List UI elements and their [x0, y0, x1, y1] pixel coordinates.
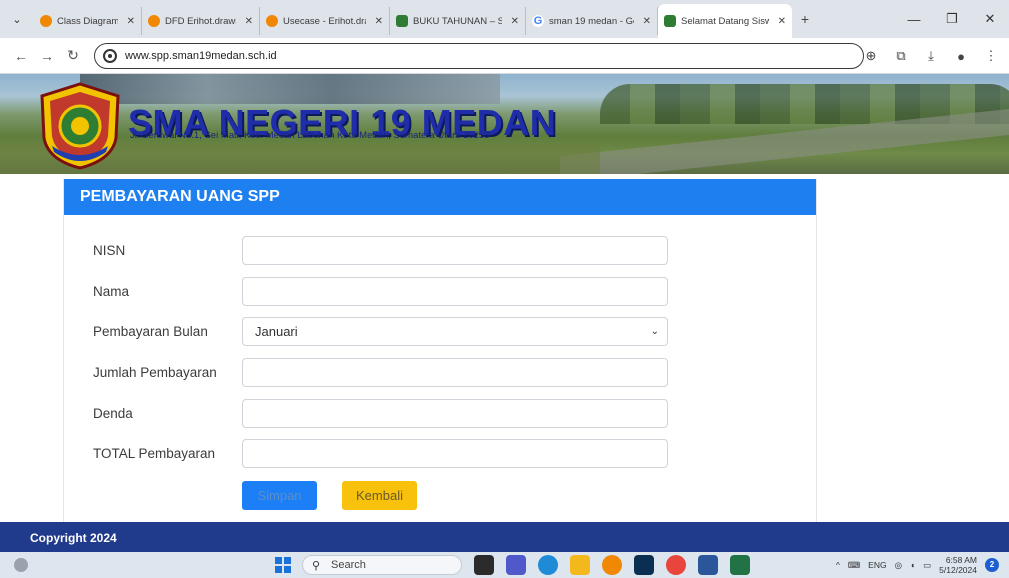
- back-arrow-icon[interactable]: ←: [8, 48, 34, 64]
- close-icon[interactable]: ✕: [375, 16, 383, 27]
- file-explorer-icon[interactable]: [570, 555, 590, 575]
- edge-icon[interactable]: [538, 555, 558, 575]
- close-icon[interactable]: ✕: [127, 16, 135, 27]
- toolbar-actions: ⊕ ⧉ ⤓ ● ⋮: [857, 38, 1005, 74]
- bulan-row: Pembayaran Bulan Januari ⌄: [64, 317, 818, 347]
- menu-dots-icon[interactable]: ⋮: [977, 48, 1005, 64]
- chevron-down-icon: ⌄: [650, 326, 659, 337]
- translate-icon[interactable]: ⊕: [857, 48, 885, 64]
- page-footer: Copyright 2024: [0, 522, 1009, 552]
- window-controls: — ❐ ✕: [895, 0, 1009, 38]
- tab-google-search[interactable]: G sman 19 medan - Go ✕: [526, 7, 658, 35]
- excel-icon[interactable]: [730, 555, 750, 575]
- bulan-label: Pembayaran Bulan: [93, 324, 208, 339]
- notification-badge[interactable]: 2: [985, 558, 999, 572]
- volume-icon[interactable]: ◖: [910, 560, 915, 570]
- banner-building: [80, 74, 500, 104]
- wifi-icon[interactable]: ◎: [895, 560, 902, 571]
- keyboard-icon[interactable]: ⌨: [848, 560, 860, 571]
- bulan-select[interactable]: Januari ⌄: [242, 317, 668, 346]
- denda-label: Denda: [93, 406, 133, 421]
- school-logo: [40, 82, 120, 170]
- tab-selamat-datang[interactable]: Selamat Datang Sisw ✕: [658, 4, 792, 38]
- site-icon: [396, 15, 408, 27]
- drawio-icon: [148, 15, 160, 27]
- tab-buku-tahunan[interactable]: BUKU TAHUNAN – SI ✕: [390, 7, 526, 35]
- tab-dfd[interactable]: DFD Erihot.drawio - d ✕: [142, 7, 260, 35]
- total-input[interactable]: [242, 439, 668, 468]
- profile-icon[interactable]: ●: [947, 49, 975, 64]
- forward-arrow-icon[interactable]: →: [34, 48, 60, 64]
- total-label: TOTAL Pembayaran: [93, 446, 216, 461]
- close-icon[interactable]: ✕: [643, 16, 651, 27]
- download-icon[interactable]: ⤓: [917, 48, 945, 64]
- taskbar-search[interactable]: ⚲ Search: [302, 555, 462, 575]
- nama-row: Nama: [64, 277, 818, 307]
- weather-icon[interactable]: [14, 558, 28, 572]
- chrome-icon[interactable]: [666, 555, 686, 575]
- task-view-icon[interactable]: [474, 555, 494, 575]
- button-row: Simpan Kembali: [64, 481, 818, 511]
- site-icon: [664, 15, 676, 27]
- windows-start-icon[interactable]: [275, 557, 291, 573]
- new-tab-plus-icon[interactable]: +: [792, 11, 818, 27]
- drawio-app-icon[interactable]: [602, 555, 622, 575]
- denda-input[interactable]: [242, 399, 668, 428]
- tab-search-chevron-icon[interactable]: ⌄: [0, 0, 34, 38]
- school-banner: SMA NEGERI 19 MEDAN Jl. Seruwai No.1, Se…: [0, 74, 1009, 174]
- close-icon[interactable]: ✕: [245, 16, 253, 27]
- nama-input[interactable]: [242, 277, 668, 306]
- jumlah-input[interactable]: [242, 358, 668, 387]
- school-address: Jl. Seruwai No.1, Sei Mati, Kec. Medan L…: [130, 130, 490, 141]
- total-row: TOTAL Pembayaran: [64, 439, 818, 469]
- main-content: PEMBAYARAN UANG SPP NISN Nama Pembayaran…: [0, 174, 1009, 524]
- google-icon: G: [532, 15, 544, 27]
- close-icon[interactable]: ✕: [778, 16, 786, 27]
- reload-icon[interactable]: ↻: [60, 47, 86, 64]
- site-info-icon[interactable]: [103, 48, 117, 63]
- tab-usecase[interactable]: Usecase - Erihot.draw ✕: [260, 7, 390, 35]
- jumlah-label: Jumlah Pembayaran: [93, 365, 217, 380]
- search-icon: ⚲: [312, 560, 321, 572]
- back-button[interactable]: Kembali: [342, 481, 417, 510]
- payment-form-card: PEMBAYARAN UANG SPP NISN Nama Pembayaran…: [63, 179, 817, 524]
- bulan-selected-value: Januari: [255, 324, 298, 339]
- nama-label: Nama: [93, 284, 130, 299]
- close-window-icon[interactable]: ✕: [971, 11, 1009, 27]
- url-text: www.spp.sman19medan.sch.id: [125, 49, 277, 62]
- close-icon[interactable]: ✕: [511, 16, 519, 27]
- chevron-up-icon[interactable]: ^: [836, 560, 840, 570]
- clock-date: 5/12/2024: [939, 565, 977, 575]
- extensions-icon[interactable]: ⧉: [887, 48, 915, 64]
- battery-icon[interactable]: ▭: [923, 560, 931, 571]
- jumlah-row: Jumlah Pembayaran: [64, 358, 818, 388]
- address-bar[interactable]: www.spp.sman19medan.sch.id: [94, 42, 864, 69]
- clock-time: 6:58 AM: [945, 555, 977, 565]
- save-button[interactable]: Simpan: [242, 481, 317, 510]
- restore-icon[interactable]: ❐: [933, 11, 971, 27]
- word-icon[interactable]: [698, 555, 718, 575]
- nisn-input[interactable]: [242, 236, 668, 265]
- language-indicator[interactable]: ENG: [868, 560, 886, 570]
- form-title: PEMBAYARAN UANG SPP: [64, 179, 816, 215]
- drawio-icon: [266, 15, 278, 27]
- nisn-row: NISN: [64, 236, 818, 266]
- taskbar-search-label: Search: [331, 559, 366, 571]
- system-tray: ^ ⌨ ENG ◎ ◖ ▭ 6:58 AM 5/12/2024 2: [836, 552, 999, 578]
- windows-taskbar: ⚲ Search ^ ⌨ ENG ◎ ◖ ▭ 6:58 AM 5/12/2024…: [0, 552, 1009, 578]
- taskbar-clock[interactable]: 6:58 AM 5/12/2024: [939, 555, 977, 575]
- nisn-label: NISN: [93, 243, 126, 258]
- tab-class-diagram[interactable]: Class Diagram - Erihc ✕: [34, 7, 142, 35]
- copyright-text: Copyright 2024: [30, 531, 117, 545]
- browser-toolbar: ← → ↻ www.spp.sman19medan.sch.id ⊕ ⧉ ⤓ ●…: [0, 38, 1009, 74]
- photoshop-icon[interactable]: [634, 555, 654, 575]
- drawio-icon: [40, 15, 52, 27]
- taskbar-apps: [474, 555, 750, 575]
- teams-icon[interactable]: [506, 555, 526, 575]
- browser-tab-strip: ⌄ Class Diagram - Erihc ✕ DFD Erihot.dra…: [0, 0, 1009, 38]
- denda-row: Denda: [64, 399, 818, 429]
- minimize-icon[interactable]: —: [895, 12, 933, 27]
